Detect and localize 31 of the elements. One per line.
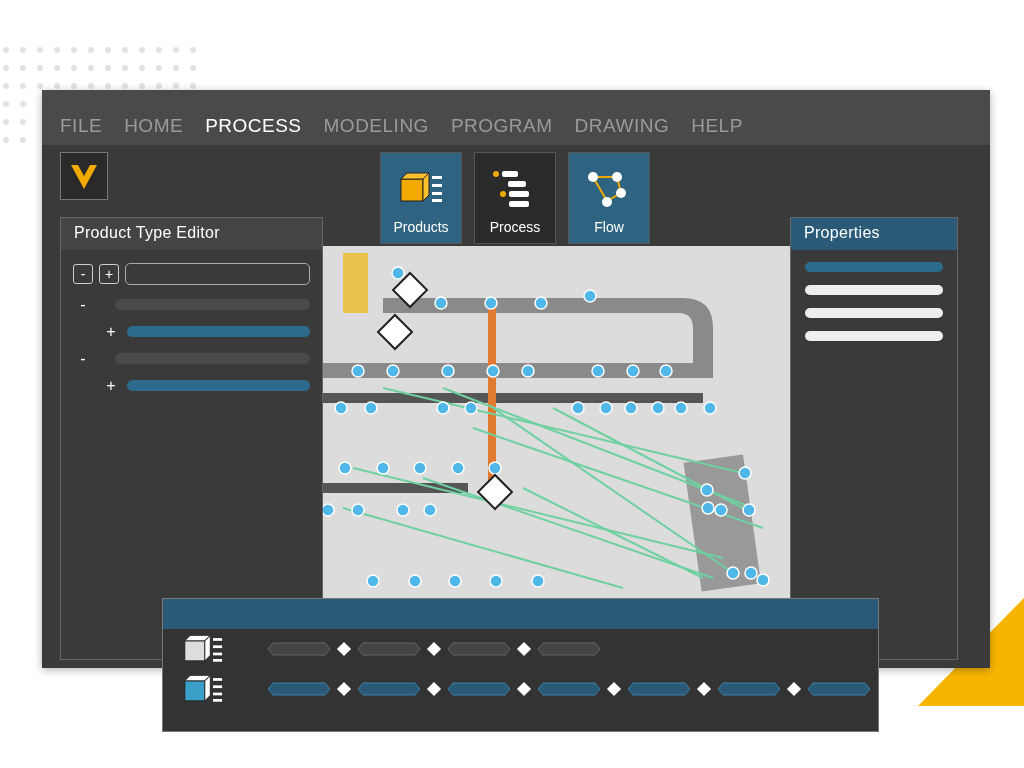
expand-button[interactable]: + xyxy=(99,264,119,284)
tree-toggle[interactable]: - xyxy=(77,349,89,368)
property-row[interactable] xyxy=(805,331,943,341)
step-block[interactable] xyxy=(807,682,871,696)
step-block[interactable] xyxy=(537,682,601,696)
step-block[interactable] xyxy=(447,682,511,696)
tree-toggle[interactable]: - xyxy=(77,295,89,314)
step-block[interactable] xyxy=(447,642,511,656)
step-block[interactable] xyxy=(537,642,601,656)
ribbon-button[interactable]: Products xyxy=(380,152,462,244)
step-block[interactable] xyxy=(627,682,691,696)
logo-icon xyxy=(60,152,108,200)
search-field[interactable] xyxy=(125,263,310,285)
step-block[interactable] xyxy=(357,642,421,656)
step-block[interactable] xyxy=(267,642,331,656)
menu-item[interactable]: PROCESS xyxy=(205,115,302,137)
tree-item[interactable] xyxy=(127,326,310,337)
property-row[interactable] xyxy=(805,285,943,295)
panel-title: Product Type Editor xyxy=(61,218,322,250)
tree-item[interactable] xyxy=(127,380,310,391)
collapse-button[interactable]: - xyxy=(73,264,93,284)
property-row[interactable] xyxy=(805,262,943,272)
panel-title: Properties xyxy=(791,218,957,250)
tree-toggle[interactable]: + xyxy=(105,376,117,395)
step-block[interactable] xyxy=(267,682,331,696)
ribbon-button[interactable]: Flow xyxy=(568,152,650,244)
tree-toggle[interactable]: + xyxy=(105,322,117,341)
property-row[interactable] xyxy=(805,308,943,318)
ribbon-button[interactable]: Process xyxy=(474,152,556,244)
step-block[interactable] xyxy=(717,682,781,696)
step-block[interactable] xyxy=(357,682,421,696)
